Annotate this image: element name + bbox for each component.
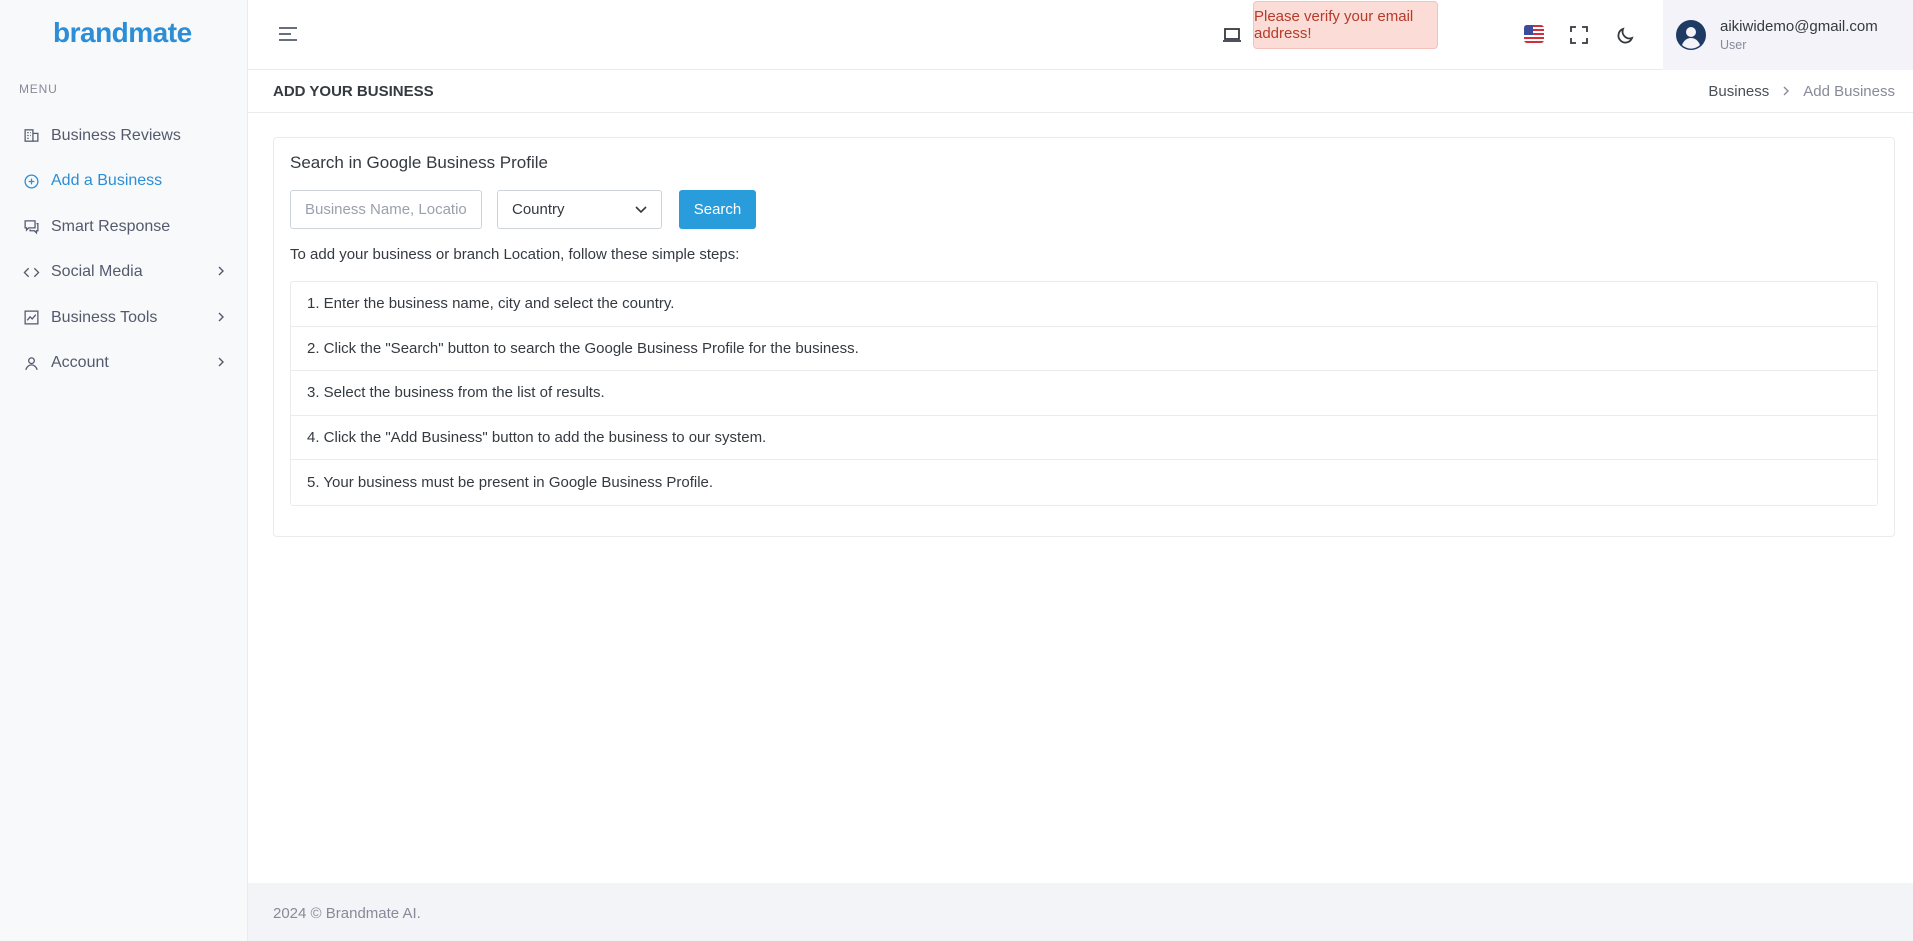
- breadcrumb-business-link[interactable]: Business: [1708, 83, 1769, 100]
- us-flag-icon[interactable]: [1524, 25, 1544, 43]
- sidebar: brandmate MENU Business Reviews Add a Bu…: [0, 0, 248, 941]
- user-role: User: [1720, 38, 1747, 52]
- plus-circle-icon: [22, 172, 40, 190]
- sidebar-item-label: Business Reviews: [51, 126, 181, 144]
- user-icon: [22, 354, 40, 372]
- instructions-intro: To add your business or branch Location,…: [290, 246, 740, 263]
- chat-icon: [22, 218, 40, 236]
- topbar: Please verify your email address! aikiwi…: [248, 0, 1913, 70]
- chevron-down-icon: [635, 201, 647, 218]
- chevron-right-icon: [216, 354, 226, 372]
- verify-email-alert[interactable]: Please verify your email address!: [1253, 1, 1438, 49]
- copyright-text: 2024 © Brandmate AI.: [273, 905, 421, 922]
- chart-icon: [22, 309, 40, 327]
- hamburger-menu-icon[interactable]: [277, 24, 299, 44]
- chevron-right-icon: [1782, 84, 1790, 99]
- list-item: 5. Your business must be present in Goog…: [307, 474, 714, 492]
- sidebar-nav: Business Reviews Add a Business Smart Re…: [0, 113, 248, 386]
- list-item: 4. Click the "Add Business" button to ad…: [291, 416, 1877, 461]
- building-icon: [22, 127, 40, 145]
- country-select[interactable]: Country: [497, 190, 662, 229]
- breadcrumb-current: Add Business: [1803, 83, 1895, 100]
- code-icon: [22, 263, 40, 281]
- sidebar-item-account[interactable]: Account: [0, 341, 248, 387]
- sidebar-item-social-media[interactable]: Social Media: [0, 250, 248, 296]
- user-email: aikiwidemo@gmail.com: [1720, 18, 1878, 35]
- sidebar-item-add-business[interactable]: Add a Business: [0, 159, 248, 205]
- breadcrumb: Business Add Business: [1708, 83, 1895, 100]
- page-title-bar: ADD YOUR BUSINESS Business Add Business: [248, 70, 1913, 113]
- search-card: Search in Google Business Profile Countr…: [273, 137, 1895, 537]
- page-title: ADD YOUR BUSINESS: [273, 83, 434, 100]
- card-title: Search in Google Business Profile: [290, 153, 548, 172]
- list-item: 1. Enter the business name, city and sel…: [291, 282, 1877, 327]
- country-select-value: Country: [512, 201, 565, 218]
- laptop-icon[interactable]: [1221, 24, 1243, 46]
- sidebar-item-label: Add a Business: [51, 172, 163, 190]
- sidebar-item-label: Business Tools: [51, 308, 158, 326]
- menu-title: MENU: [19, 82, 58, 96]
- business-search-input[interactable]: [290, 190, 482, 229]
- sidebar-item-business-reviews[interactable]: Business Reviews: [0, 113, 248, 159]
- chevron-right-icon: [216, 309, 226, 327]
- sidebar-item-label: Social Media: [51, 263, 143, 281]
- sidebar-item-smart-response[interactable]: Smart Response: [0, 204, 248, 250]
- search-button[interactable]: Search: [679, 190, 756, 229]
- dark-mode-moon-icon[interactable]: [1615, 24, 1637, 46]
- sidebar-item-label: Smart Response: [51, 217, 171, 235]
- steps-list: 1. Enter the business name, city and sel…: [290, 281, 1878, 506]
- chevron-right-icon: [216, 263, 226, 281]
- footer: 2024 © Brandmate AI.: [248, 883, 1913, 941]
- list-item: 2. Click the "Search" button to search t…: [291, 327, 1877, 372]
- avatar: [1676, 20, 1706, 50]
- sidebar-item-business-tools[interactable]: Business Tools: [0, 295, 248, 341]
- fullscreen-icon[interactable]: [1568, 24, 1590, 46]
- list-item: 3. Select the business from the list of …: [291, 371, 1877, 416]
- user-profile-menu[interactable]: aikiwidemo@gmail.com User: [1663, 0, 1913, 70]
- brand-logo[interactable]: brandmate: [53, 17, 192, 49]
- sidebar-item-label: Account: [51, 354, 109, 372]
